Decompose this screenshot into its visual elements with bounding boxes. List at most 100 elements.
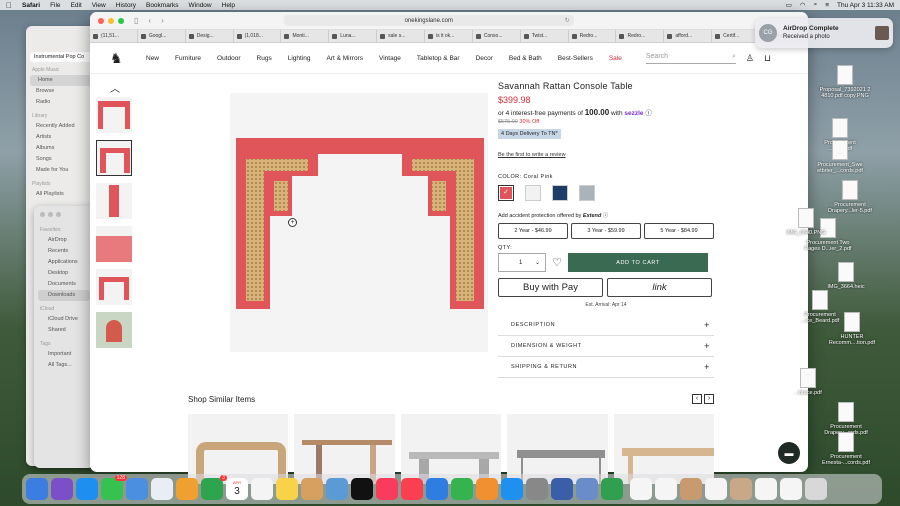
wifi-icon[interactable]: ◠: [800, 1, 806, 9]
finder-item-applications[interactable]: Applications: [48, 257, 94, 268]
browser-tab[interactable]: (1,018...: [234, 30, 282, 42]
nav-bed-bath[interactable]: Bed & Bath: [509, 55, 542, 62]
browser-tab[interactable]: Desig...: [186, 30, 234, 42]
music-icon[interactable]: [376, 478, 398, 500]
contacts-icon[interactable]: [301, 478, 323, 500]
battery-icon[interactable]: ▭: [786, 1, 792, 9]
info-icon[interactable]: ⓘ: [603, 213, 609, 219]
zoom-window-button[interactable]: [118, 17, 124, 24]
sidebar-toggle-icon[interactable]: ▯: [134, 16, 138, 25]
finder-icon[interactable]: [26, 478, 48, 500]
accordion-dimension-weight[interactable]: DIMENSION & WEIGHT +: [498, 336, 714, 357]
chat-app-icon[interactable]: [601, 478, 623, 500]
finder-item-desktop[interactable]: Desktop: [48, 268, 94, 279]
finder-item-icloud-drive[interactable]: iCloud Drive: [48, 314, 94, 325]
search-icon[interactable]: ⌕: [732, 53, 736, 61]
finder-item-shared[interactable]: Shared: [48, 325, 94, 336]
desktop-file-icon[interactable]: Procurement_Swe etbrier_...cords.pdf: [814, 140, 866, 174]
accordion-description[interactable]: DESCRIPTION +: [498, 315, 714, 336]
nav-decor[interactable]: Decor: [476, 55, 493, 62]
accordion-shipping-return[interactable]: SHIPPING & RETURN +: [498, 357, 714, 378]
calendar-icon[interactable]: APR 3: [226, 478, 248, 500]
safari-icon[interactable]: [76, 478, 98, 500]
apple-tv-icon[interactable]: [351, 478, 373, 500]
quantity-select[interactable]: 1 ⌄: [498, 253, 546, 272]
browser-tab[interactable]: Googl...: [138, 30, 186, 42]
system-settings-icon[interactable]: [526, 478, 548, 500]
control-center-icon[interactable]: ≡: [825, 2, 829, 9]
add-to-cart-button[interactable]: ADD TO CART: [568, 253, 708, 272]
finder-item-all-tags[interactable]: All Tags...: [48, 360, 94, 371]
swatch-coral-pink[interactable]: ✓: [498, 185, 514, 201]
desktop-file-icon[interactable]: Procurement Drapery...ords.pdf: [820, 402, 872, 436]
textedit-icon[interactable]: [576, 478, 598, 500]
desktop-file-icon[interactable]: ...brace.pdf: [782, 368, 834, 396]
close-window-button[interactable]: [98, 17, 104, 24]
product-main-image[interactable]: [230, 93, 488, 352]
thumbnail[interactable]: [96, 183, 132, 219]
account-icon[interactable]: ♙: [746, 53, 754, 64]
menu-file[interactable]: File: [50, 2, 60, 9]
app-store-icon[interactable]: [501, 478, 523, 500]
reload-icon[interactable]: ↻: [565, 17, 570, 24]
menu-window[interactable]: Window: [189, 2, 212, 9]
document-icon[interactable]: [705, 478, 727, 500]
pages-icon[interactable]: [476, 478, 498, 500]
menu-help[interactable]: Help: [222, 2, 235, 9]
link-pay-button[interactable]: link: [607, 278, 712, 297]
finder-item-downloads[interactable]: Downloads: [38, 290, 90, 301]
nav-outdoor[interactable]: Outdoor: [217, 55, 241, 62]
airdrop-notification[interactable]: CG AirDrop Complete Received a photo: [755, 18, 893, 48]
finder-item-airdrop[interactable]: AirDrop: [48, 235, 94, 246]
desktop-file-icon[interactable]: IMG_3664.heic: [820, 262, 872, 290]
thumbnail[interactable]: [96, 269, 132, 305]
maps-icon[interactable]: [151, 478, 173, 500]
nav-art-mirrors[interactable]: Art & Mirrors: [327, 55, 363, 62]
plan-5-year-button[interactable]: 5 Year - $84.99: [644, 223, 714, 239]
photo-icon[interactable]: [730, 478, 752, 500]
desktop-file-icon[interactable]: HUNTER Recomm....tion.pdf: [826, 312, 878, 346]
browser-tab[interactable]: Monti...: [281, 30, 330, 42]
menu-bookmarks[interactable]: Bookmarks: [146, 2, 179, 9]
notes-icon[interactable]: [276, 478, 298, 500]
browser-tab[interactable]: Redro...: [616, 30, 665, 42]
photo-icon[interactable]: [680, 478, 702, 500]
one-kings-lane-logo[interactable]: ♞: [110, 50, 130, 67]
plan-2-year-button[interactable]: 2 Year - $46.99: [498, 223, 568, 239]
photos-icon[interactable]: [176, 478, 198, 500]
chevron-right-icon[interactable]: ›: [704, 394, 714, 404]
spotlight-icon[interactable]: ⌕: [814, 1, 818, 9]
browser-tab[interactable]: Certif...: [712, 30, 761, 42]
browser-tab[interactable]: Conso...: [473, 30, 521, 42]
nav-rugs[interactable]: Rugs: [257, 55, 272, 62]
chevron-up-icon[interactable]: ︿: [96, 80, 134, 95]
music-search-input[interactable]: Instrumental Pop Co: [30, 52, 98, 62]
trash-icon[interactable]: [805, 478, 827, 500]
keynote-icon[interactable]: [426, 478, 448, 500]
minimize-window-button[interactable]: [108, 17, 114, 24]
apple-menu-icon[interactable]: : [6, 1, 14, 10]
nav-lighting[interactable]: Lighting: [288, 55, 311, 62]
browser-tab[interactable]: sale s...: [377, 30, 426, 42]
wishlist-heart-icon[interactable]: ♡: [546, 256, 568, 269]
apple-pay-button[interactable]: Buy with Pay: [498, 278, 603, 297]
menu-history[interactable]: History: [116, 2, 136, 9]
finder-item-recents[interactable]: Recents: [48, 246, 94, 257]
document-icon[interactable]: [655, 478, 677, 500]
mail-icon[interactable]: [126, 478, 148, 500]
menu-edit[interactable]: Edit: [71, 2, 82, 9]
messages-icon[interactable]: 128: [101, 475, 127, 500]
document-icon[interactable]: [630, 478, 652, 500]
desktop-file-icon[interactable]: Proposal_7392021 2 4810.pdf copy.PNG: [819, 65, 871, 99]
swatch-white[interactable]: [525, 185, 541, 201]
thumbnail-selected[interactable]: [96, 140, 132, 176]
nav-tabletop-bar[interactable]: Tabletop & Bar: [417, 55, 460, 62]
cart-icon[interactable]: ⊔: [764, 53, 771, 64]
chevron-left-icon[interactable]: ‹: [692, 394, 702, 404]
thumbnail[interactable]: [96, 312, 132, 348]
launchpad-icon[interactable]: [51, 478, 73, 500]
swatch-navy[interactable]: [552, 185, 568, 201]
nav-new[interactable]: New: [146, 55, 159, 62]
browser-tab[interactable]: Redro...: [569, 30, 617, 42]
finder-item-important[interactable]: Important: [48, 349, 94, 360]
